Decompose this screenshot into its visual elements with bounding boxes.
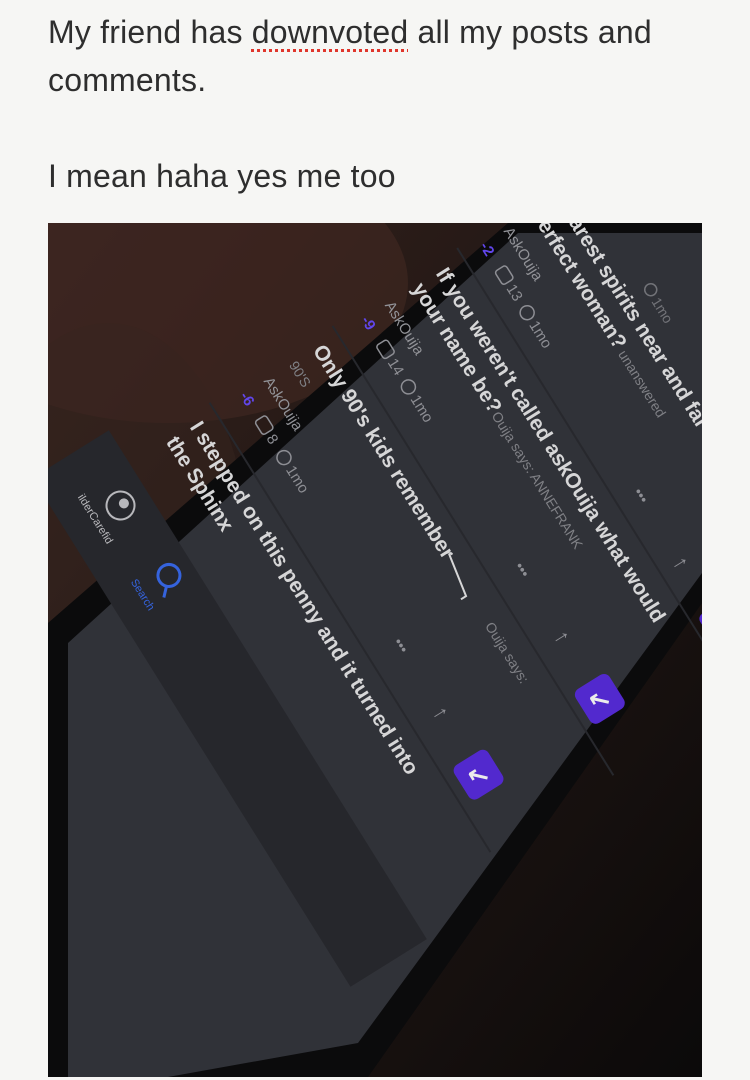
caption-line-2: comments. [48,62,207,98]
caption-line-1: My friend has downvoted all my posts and [48,14,652,50]
phone-photo: 1mo Dearest spirits near and far perfect… [48,223,702,1077]
caption-line-3: I mean haha yes me too [48,158,396,194]
misspelled-word[interactable]: downvoted [252,14,409,50]
screenshot-page: My friend has downvoted all my posts and… [0,0,750,1080]
post-caption: My friend has downvoted all my posts and… [48,8,718,200]
